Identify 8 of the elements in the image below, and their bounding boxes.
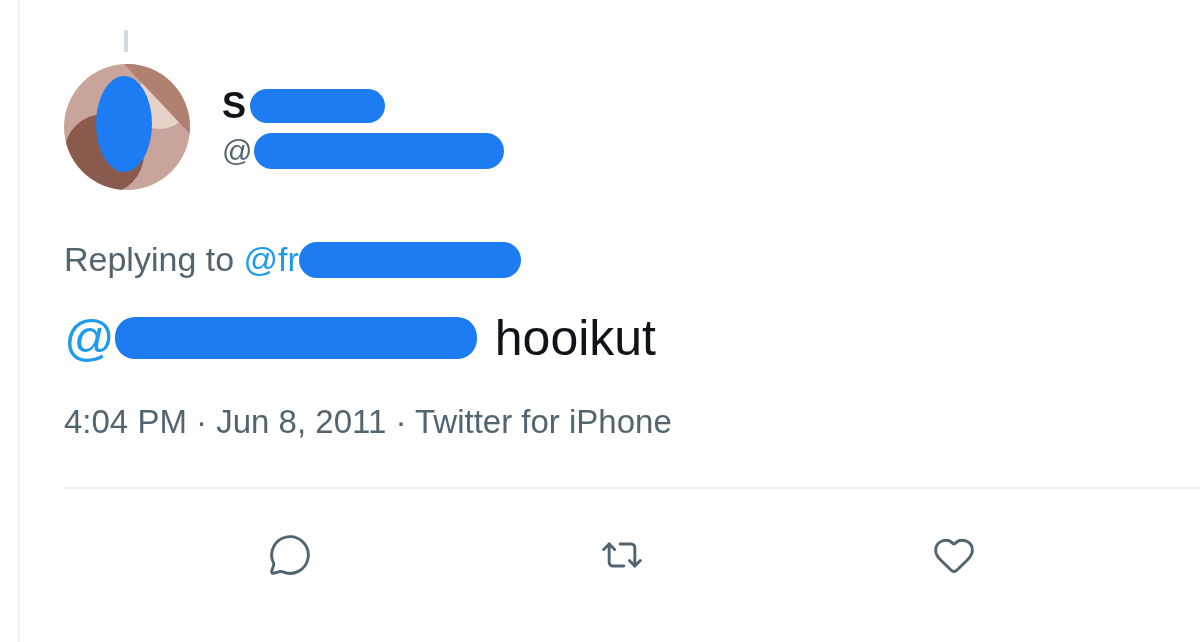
tweet-text: hooikut xyxy=(494,309,656,367)
mention-link[interactable]: @fr xyxy=(243,240,299,279)
tweet-timestamp: 4:04 PM · Jun 8, 2011 · Twitter for iPhone xyxy=(64,403,673,441)
author-handle: @ xyxy=(222,134,253,168)
reply-button[interactable] xyxy=(268,533,312,577)
mention-link[interactable]: @ xyxy=(64,309,115,367)
replying-label: Replying to xyxy=(64,240,235,279)
author-name: S xyxy=(222,85,246,127)
